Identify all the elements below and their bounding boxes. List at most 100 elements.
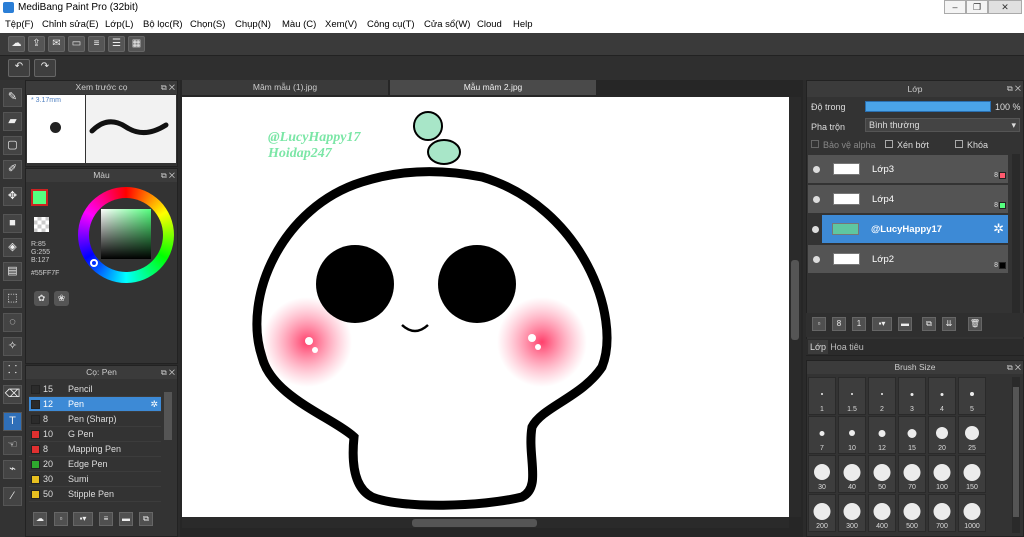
menu-item-3[interactable]: Bộ lọc(R) [143,19,183,30]
lock-checkbox[interactable] [955,140,963,148]
eyedropper-tool-icon[interactable]: ⌁ [3,460,22,479]
brush-list-scrollbar[interactable] [164,392,172,440]
redo-icon[interactable]: ↷ [34,59,56,77]
select-eraser-icon[interactable]: ⌫ [3,385,22,404]
close-button[interactable]: ✕ [988,0,1022,14]
brush-size-option[interactable]: 100 [928,455,956,493]
minimize-button[interactable]: – [944,0,966,14]
brush-size-option[interactable]: 3 [898,377,926,415]
menu-item-10[interactable]: Cloud [477,19,502,30]
eye-icon[interactable] [813,166,820,173]
menu-item-2[interactable]: Lớp(L) [105,19,133,30]
text-tool-icon[interactable]: T [3,412,22,431]
gradient-tool-icon[interactable]: ▤ [3,262,22,281]
brush-list-item[interactable]: 8 Mapping Pen [29,442,161,457]
gear-icon[interactable]: ✲ [150,397,158,412]
brush-size-option[interactable]: 1000 [958,494,986,532]
brush-size-option[interactable]: 4 [928,377,956,415]
brush-size-option[interactable]: 40 [838,455,866,493]
gear-icon[interactable]: ✲ [993,221,1004,237]
brush-list-item[interactable]: 50 Stipple Pen [29,487,161,502]
brush-size-option[interactable]: 12 [868,416,896,454]
pen-tool-icon[interactable]: ✐ [3,160,22,179]
brush-size-option[interactable]: 5 [958,377,986,415]
rectangle-tool-icon[interactable]: ▢ [3,136,22,155]
panel-options-icon[interactable]: ⧉ ✕ [1007,361,1021,374]
new-layer-icon[interactable]: ▫ [812,317,826,331]
dropper-icon[interactable]: ⁄ [3,487,22,506]
delete-layer-icon[interactable]: 🗑 [968,317,982,331]
eraser-tool-icon[interactable]: ▰ [3,112,22,131]
tab-layer[interactable]: Lớp [808,340,828,354]
brush-list-item[interactable]: 12 Pen ✲ [29,397,161,412]
brush-size-option[interactable]: 500 [898,494,926,532]
panel-options-icon[interactable]: ⧉ ✕ [161,81,175,94]
menu-item-5[interactable]: Chụp(N) [235,19,271,30]
hand-tool-icon[interactable]: ☜ [3,436,22,455]
eye-icon[interactable] [813,196,820,203]
foreground-color-swatch[interactable] [31,189,48,206]
maximize-button[interactable]: ❐ [966,0,988,14]
layer-row[interactable]: Lớp4 8 [808,185,1008,214]
menu-item-9[interactable]: Cửa sổ(W) [424,19,470,30]
cloud-icon[interactable]: ☁ [8,36,25,52]
brush-size-option[interactable]: 1.5 [838,377,866,415]
brush-list-item[interactable]: 20 Edge Pen [29,457,161,472]
merge-layer-icon[interactable]: ⇊ [942,317,956,331]
brush-list-item[interactable]: 30 Sumi [29,472,161,487]
palette-add-icon[interactable]: ❀ [54,291,69,306]
select-tool-icon[interactable]: ⬚ [3,289,22,308]
brush-add-icon[interactable]: ▪▾ [73,512,93,526]
brush-size-option[interactable]: 200 [808,494,836,532]
fill-rect-tool-icon[interactable]: ■ [3,214,22,233]
background-color-swatch[interactable] [34,217,49,232]
menu-item-7[interactable]: Xem(V) [325,19,357,30]
brush-size-option[interactable]: 15 [898,416,926,454]
brush-size-option[interactable]: 700 [928,494,956,532]
brush-size-option[interactable]: 30 [808,455,836,493]
comment-icon[interactable]: ✉ [48,36,65,52]
saturation-square[interactable] [101,209,151,259]
undo-icon[interactable]: ↶ [8,59,30,77]
chat-icon[interactable]: ▭ [68,36,85,52]
brush-size-option[interactable]: 50 [868,455,896,493]
opacity-slider[interactable] [865,101,991,112]
list-icon[interactable]: ☰ [108,36,125,52]
bucket-tool-icon[interactable]: ◈ [3,238,22,257]
hue-marker[interactable] [90,259,98,267]
horizontal-scrollbar[interactable] [182,517,789,528]
eye-icon[interactable] [813,256,820,263]
brush-list-item[interactable]: 8 Pen (Sharp) [29,412,161,427]
brush-size-option[interactable]: 20 [928,416,956,454]
blend-mode-select[interactable]: Bình thường ▾ [865,118,1020,132]
menu-item-11[interactable]: Help [513,19,533,30]
panel-options-icon[interactable]: ⧉ ✕ [161,366,175,379]
brush-size-scrollbar[interactable] [1012,377,1020,533]
brush-size-option[interactable]: 25 [958,416,986,454]
layer-row[interactable]: Lớp2 8 [808,245,1008,274]
tab-navigator[interactable]: Hoa tiêu [830,340,864,354]
layer-row[interactable]: Lớp3 8 [808,155,1008,184]
new-layer-1bit-icon[interactable]: 1 [852,317,866,331]
menu-item-4[interactable]: Chọn(S) [190,19,225,30]
panel-options-icon[interactable]: ⧉ ✕ [161,169,175,182]
clipping-checkbox[interactable] [885,140,893,148]
grid-icon[interactable]: ▦ [128,36,145,52]
brush-duplicate-icon[interactable]: ⧉ [139,512,153,526]
duplicate-layer-icon[interactable]: ⧉ [922,317,936,331]
brush-size-option[interactable]: 2 [868,377,896,415]
layer-row[interactable]: @LucyHappy17 ✲ [812,215,1008,244]
brush-size-option[interactable]: 10 [838,416,866,454]
brush-size-option[interactable]: 7 [808,416,836,454]
protect-alpha-checkbox[interactable] [811,140,819,148]
document-icon[interactable]: ≡ [88,36,105,52]
drawing-canvas[interactable]: @LucyHappy17 Hoidap247 [182,97,789,517]
brush-size-scroll-thumb[interactable] [1013,387,1019,517]
brush-cloud-icon[interactable]: ☁ [33,512,47,526]
menu-item-1[interactable]: Chỉnh sửa(E) [42,19,99,30]
horizontal-scroll-thumb[interactable] [412,519,537,527]
brush-size-option[interactable]: 150 [958,455,986,493]
brush-settings-icon[interactable]: ≡ [99,512,113,526]
tab-doc-2[interactable]: Mẫu mâm 2.jpg [390,80,596,95]
brush-tool-icon[interactable]: ✎ [3,88,22,107]
